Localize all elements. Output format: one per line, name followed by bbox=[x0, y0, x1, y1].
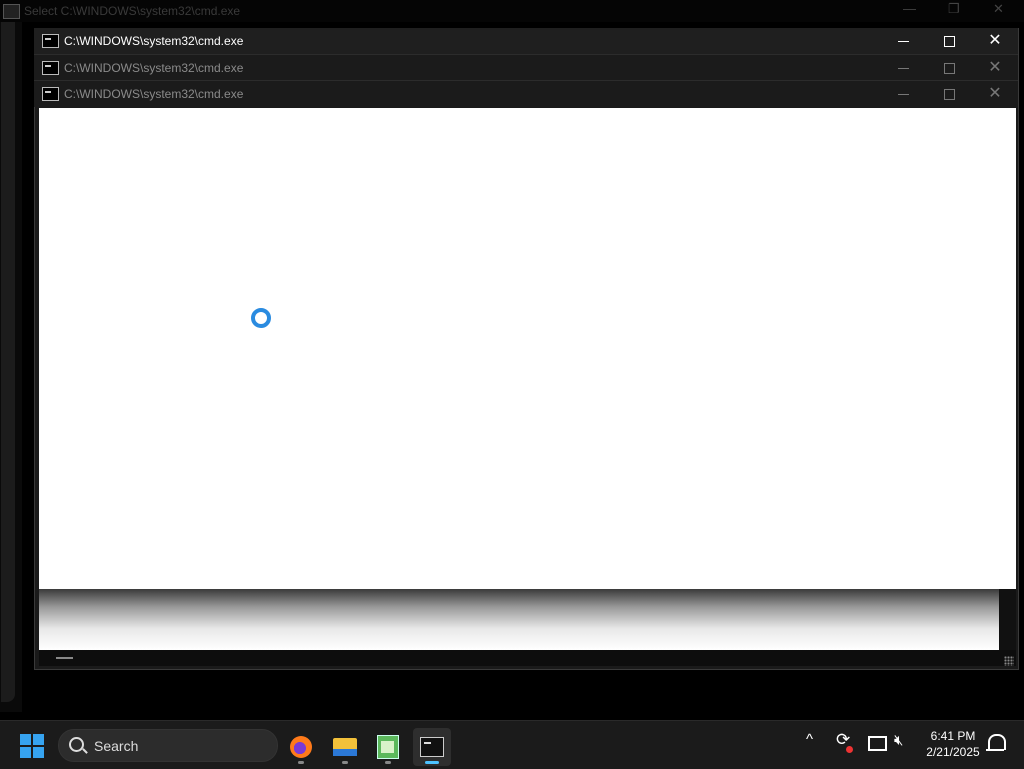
firefox-icon bbox=[290, 736, 312, 758]
minimize-icon bbox=[897, 40, 909, 42]
taskbar-app-notepad[interactable] bbox=[369, 728, 407, 766]
windows-logo-icon bbox=[20, 734, 31, 745]
start-button[interactable] bbox=[20, 734, 44, 758]
cmd-icon bbox=[42, 87, 59, 101]
notepad-icon bbox=[377, 735, 399, 759]
clock-time: 6:41 PM bbox=[930, 729, 976, 743]
background-window-title: Select C:\WINDOWS\system32\cmd.exe bbox=[24, 4, 241, 18]
maximize-button[interactable] bbox=[926, 28, 972, 54]
window-content-area[interactable] bbox=[39, 108, 1016, 589]
minimize-button[interactable] bbox=[880, 81, 926, 107]
background-window-titlebar: Select C:\WINDOWS\system32\cmd.exe — ❐ ✕ bbox=[0, 0, 1024, 22]
cmd-icon bbox=[3, 4, 20, 19]
scrollbar[interactable] bbox=[999, 589, 1016, 650]
window-shadow-area bbox=[39, 589, 999, 650]
cmd-window-titlebar-active[interactable]: C:\WINDOWS\system32\cmd.exe ✕ bbox=[34, 28, 1018, 54]
notification-bell-icon[interactable] bbox=[986, 734, 1006, 751]
close-icon: ✕ bbox=[988, 59, 1002, 76]
windows-logo-icon bbox=[20, 747, 31, 758]
maximize-button[interactable] bbox=[926, 55, 972, 81]
minimize-icon bbox=[897, 67, 909, 69]
clock-date: 2/21/2025 bbox=[926, 745, 980, 759]
cmd-window-titlebar[interactable]: C:\WINDOWS\system32\cmd.exe ✕ bbox=[34, 54, 1018, 81]
window-title: C:\WINDOWS\system32\cmd.exe bbox=[64, 87, 244, 101]
cmd-icon bbox=[42, 61, 59, 75]
restore-icon[interactable]: ❐ bbox=[948, 1, 960, 17]
close-icon: ✕ bbox=[988, 85, 1002, 102]
running-indicator bbox=[385, 761, 391, 764]
minimize-icon bbox=[897, 93, 909, 95]
close-icon: ✕ bbox=[988, 32, 1002, 49]
terminal-icon bbox=[420, 737, 444, 757]
system-clock[interactable]: 6:41 PM 2/21/2025 bbox=[922, 728, 984, 760]
volume-muted-icon[interactable]: 🔇︎ bbox=[894, 732, 903, 749]
running-indicator bbox=[342, 761, 348, 764]
search-label: Search bbox=[94, 738, 139, 754]
cmd-icon bbox=[42, 34, 59, 48]
close-button[interactable]: ✕ bbox=[972, 55, 1018, 81]
maximize-icon bbox=[943, 35, 955, 47]
running-indicator bbox=[425, 761, 439, 764]
taskbar: Search ^ ⟳ 🔇︎ 6:41 PM 2/21/2025 bbox=[0, 720, 1024, 769]
taskbar-app-firefox[interactable] bbox=[282, 728, 320, 766]
minimize-button[interactable] bbox=[880, 28, 926, 54]
maximize-icon bbox=[943, 62, 955, 74]
close-button[interactable]: ✕ bbox=[972, 28, 1018, 54]
windows-logo-icon bbox=[33, 747, 44, 758]
maximize-button[interactable] bbox=[926, 81, 972, 107]
running-indicator bbox=[298, 761, 304, 764]
window-edge-border bbox=[1, 22, 15, 702]
search-icon bbox=[69, 737, 84, 752]
cmd-window-titlebar[interactable]: C:\WINDOWS\system32\cmd.exe ✕ bbox=[34, 80, 1018, 107]
loading-spinner-icon bbox=[251, 308, 271, 328]
window-title: C:\WINDOWS\system32\cmd.exe bbox=[64, 61, 244, 75]
status-indicator bbox=[56, 657, 73, 659]
close-icon[interactable]: ✕ bbox=[993, 1, 1004, 17]
maximize-icon bbox=[943, 88, 955, 100]
window-title: C:\WINDOWS\system32\cmd.exe bbox=[64, 34, 244, 48]
taskbar-app-file-explorer[interactable] bbox=[326, 728, 364, 766]
minimize-button[interactable] bbox=[880, 55, 926, 81]
resize-grip-icon[interactable] bbox=[1004, 656, 1014, 666]
status-bar bbox=[39, 650, 1016, 666]
alert-badge bbox=[846, 746, 853, 753]
close-button[interactable]: ✕ bbox=[972, 81, 1018, 107]
network-icon[interactable] bbox=[868, 736, 887, 751]
show-hidden-icons-chevron-icon[interactable]: ^ bbox=[806, 731, 813, 748]
search-input[interactable]: Search bbox=[58, 729, 278, 762]
minimize-icon[interactable]: — bbox=[903, 1, 916, 16]
taskbar-app-terminal[interactable] bbox=[413, 728, 451, 766]
windows-logo-icon bbox=[33, 734, 44, 745]
file-explorer-icon bbox=[333, 738, 357, 756]
